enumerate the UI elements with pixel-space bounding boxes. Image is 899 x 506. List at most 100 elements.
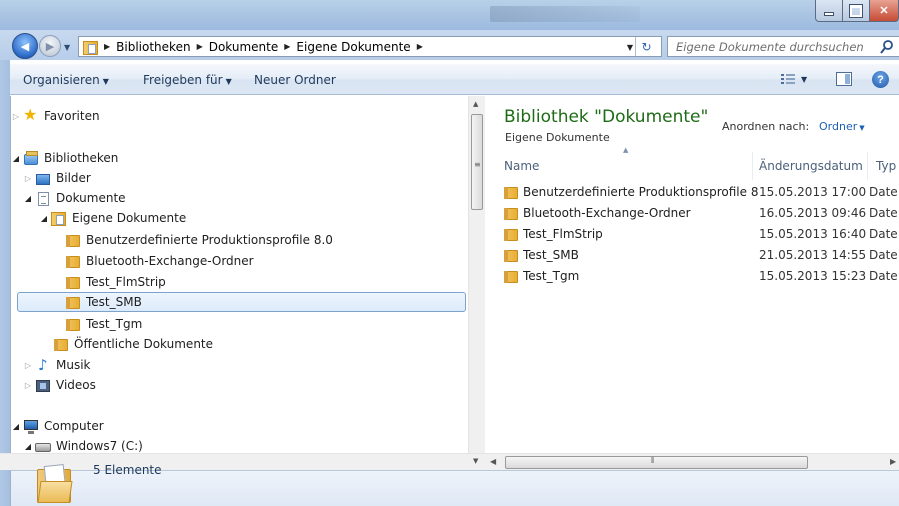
column-header-type-label: Typ	[876, 159, 897, 173]
organize-label: Organisieren	[23, 73, 100, 87]
tree-item-folder[interactable]: Benutzerdefinierte Produktionsprofile 8.…	[53, 230, 333, 250]
file-row[interactable]: Bluetooth-Exchange-Ordner 16.05.2013 09:…	[503, 203, 899, 223]
star-icon: ★	[23, 104, 38, 124]
file-name: Test_Tgm	[523, 269, 580, 283]
tree-item-my-documents[interactable]: ◢ Eigene Dokumente	[39, 208, 186, 228]
tree-item-videos[interactable]: ▷ Videos	[23, 375, 96, 395]
breadcrumb-my-documents[interactable]: Eigene Dokumente	[293, 40, 413, 54]
tree-item-documents[interactable]: ◢ Dokumente	[23, 188, 126, 208]
expand-icon[interactable]: ▷	[23, 381, 33, 390]
column-header-type[interactable]: Typ	[876, 155, 896, 177]
file-date: 15.05.2013 15:23	[759, 269, 867, 283]
search-box[interactable]	[667, 36, 899, 57]
view-options-icon[interactable]	[780, 72, 796, 86]
refresh-button[interactable]: ↻	[635, 37, 657, 56]
maximize-button[interactable]	[842, 0, 870, 22]
column-header-date[interactable]: Änderungsdatum	[759, 155, 863, 177]
content-pane: Bibliothek "Dokumente" Eigene Dokumente …	[486, 96, 899, 453]
tree-item-favorites[interactable]: ▷ ★ Favoriten	[11, 106, 100, 126]
tree-item-libraries[interactable]: ◢ Bibliotheken	[11, 148, 118, 168]
file-date: 15.05.2013 17:00	[759, 185, 867, 199]
column-divider[interactable]	[752, 152, 753, 180]
back-arrow-icon: ◀	[20, 39, 30, 53]
search-input[interactable]	[676, 39, 872, 54]
sort-ascending-icon: ▲	[623, 146, 629, 154]
collapse-icon[interactable]: ◢	[23, 194, 33, 203]
forward-button[interactable]: ▶	[39, 35, 61, 57]
tree-item-folder[interactable]: Bluetooth-Exchange-Ordner	[53, 251, 254, 271]
tree-label-documents: Dokumente	[56, 191, 126, 205]
collapse-icon[interactable]: ◢	[11, 154, 21, 163]
tree-item-pictures[interactable]: ▷ Bilder	[23, 168, 91, 188]
collapse-icon[interactable]: ◢	[11, 422, 21, 431]
preview-pane-icon[interactable]	[836, 72, 852, 86]
tree-item-drive[interactable]: ◢ Windows7 (C:)	[23, 436, 143, 453]
folder-icon	[503, 248, 519, 263]
breadcrumb-separator-icon[interactable]: ▶	[281, 42, 293, 51]
collapse-icon[interactable]: ◢	[23, 442, 33, 451]
file-date: 21.05.2013 14:55	[759, 248, 867, 262]
column-header-name-label: Name	[504, 159, 540, 173]
folder-icon	[65, 275, 81, 290]
scroll-down-icon[interactable]: ▼	[473, 457, 478, 465]
arrange-by-dropdown[interactable]: Ordner ▼	[819, 120, 865, 133]
tree-item-public-documents[interactable]: Öffentliche Dokumente	[41, 334, 213, 354]
tree-item-folder[interactable]: Test_FlmStrip	[53, 272, 166, 292]
column-header-name[interactable]: Name	[504, 155, 539, 177]
tree-label-libraries: Bibliotheken	[44, 151, 119, 165]
back-button[interactable]: ◀	[12, 33, 38, 59]
background-window-ghost	[490, 6, 640, 22]
breadcrumb-documents[interactable]: Dokumente	[206, 40, 282, 54]
scroll-left-icon[interactable]: ◀	[490, 457, 496, 466]
scroll-up-icon[interactable]: ▲	[473, 100, 478, 108]
tree-label-folder: Test_Tgm	[86, 317, 143, 331]
address-bar[interactable]: ▶ Bibliotheken ▶ Dokumente ▶ Eigene Doku…	[78, 36, 662, 57]
organize-button[interactable]: Organisieren ▼	[23, 73, 109, 87]
breadcrumb-libraries[interactable]: Bibliotheken	[113, 40, 193, 54]
address-history-dropdown[interactable]: ▼	[627, 43, 633, 52]
column-divider[interactable]	[867, 152, 868, 180]
recent-pages-dropdown[interactable]: ▼	[64, 43, 70, 52]
folder-icon	[65, 295, 81, 310]
tree-item-music[interactable]: ▷ ♪ Musik	[23, 355, 91, 375]
scrollbar-thumb[interactable]	[505, 456, 808, 469]
help-icon[interactable]: ?	[872, 71, 889, 88]
details-pane: 5 Elemente	[10, 463, 899, 506]
navigation-pane-scrollbar[interactable]: ▲ ≡	[468, 96, 485, 453]
file-row[interactable]: Test_FlmStrip 15.05.2013 16:40 Date	[503, 224, 899, 244]
file-type: Date	[869, 227, 898, 241]
arrange-by-label: Anordnen nach:	[722, 120, 810, 133]
expand-icon[interactable]: ▷	[23, 174, 33, 183]
expand-icon[interactable]: ▷	[23, 361, 33, 370]
navigation-pane: ▷ ★ Favoriten ◢ Bibliotheken ▷ Bilder ◢ …	[10, 96, 466, 453]
tree-item-computer[interactable]: ◢ Computer	[11, 416, 104, 436]
item-count: 5 Elemente	[93, 463, 162, 477]
breadcrumb-separator-icon[interactable]: ▶	[414, 42, 426, 51]
file-name: Test_FlmStrip	[523, 227, 603, 241]
scrollbar-grip-icon: ⦀	[651, 456, 655, 465]
file-row[interactable]: Benutzerdefinierte Produktionsprofile 8.…	[503, 182, 899, 202]
close-button[interactable]: ✕	[869, 0, 899, 22]
file-type: Date	[869, 206, 898, 220]
file-name: Bluetooth-Exchange-Ordner	[523, 206, 691, 220]
folder-icon	[65, 233, 81, 248]
new-folder-button[interactable]: Neuer Ordner	[254, 73, 336, 87]
minimize-button[interactable]	[815, 0, 843, 22]
music-icon: ♪	[38, 355, 48, 374]
file-row[interactable]: Test_SMB 21.05.2013 14:55 Date	[503, 245, 899, 265]
maximize-icon	[843, 0, 869, 21]
tree-item-folder[interactable]: Test_Tgm	[53, 314, 142, 334]
collapse-icon[interactable]: ◢	[39, 214, 49, 223]
column-header-date-label: Änderungsdatum	[759, 159, 863, 173]
view-dropdown-icon[interactable]: ▼	[801, 75, 807, 84]
breadcrumb-separator-icon[interactable]: ▶	[101, 42, 113, 51]
scroll-right-icon[interactable]: ▶	[890, 457, 896, 466]
breadcrumb-separator-icon[interactable]: ▶	[194, 42, 206, 51]
file-row[interactable]: Test_Tgm 15.05.2013 15:23 Date	[503, 266, 899, 286]
tree-item-selected-folder[interactable]: Test_SMB	[17, 292, 466, 312]
share-with-button[interactable]: Freigeben für ▼	[143, 73, 232, 87]
search-icon[interactable]	[879, 39, 899, 55]
expand-icon[interactable]: ▷	[11, 112, 21, 121]
drive-icon	[35, 439, 51, 454]
close-icon: ✕	[879, 5, 889, 17]
